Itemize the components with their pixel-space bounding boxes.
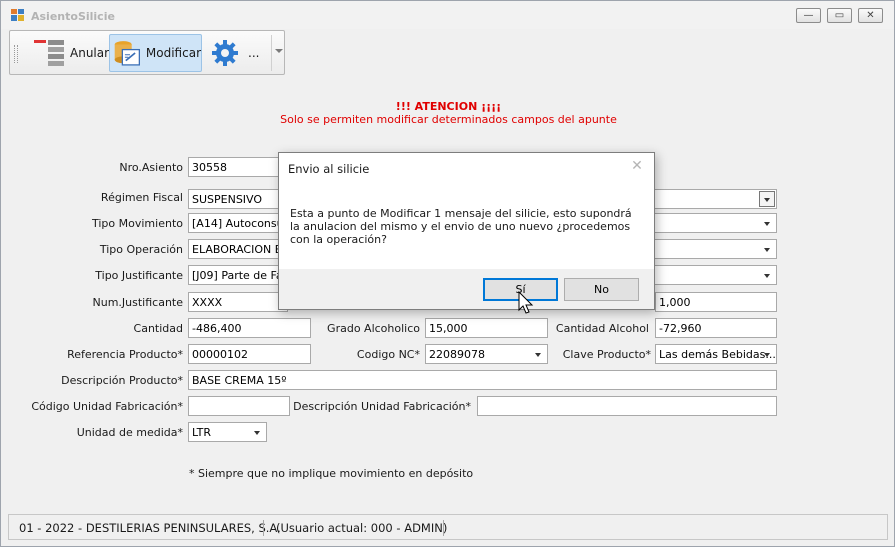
- modificar-button[interactable]: Modificar: [109, 34, 202, 72]
- dialog-title: Envio al silicie: [288, 162, 370, 176]
- more-label: ...: [248, 46, 260, 60]
- descripcion-producto-field[interactable]: BASE CREMA 15º: [188, 370, 777, 390]
- chevron-down-icon: [254, 431, 260, 435]
- gear-icon: [212, 40, 238, 66]
- referencia-producto-label: Referencia Producto*: [67, 348, 183, 361]
- tipo-movimiento-label: Tipo Movimiento: [92, 217, 183, 230]
- codigo-nc-label: Codigo NC*: [356, 348, 420, 361]
- descripcion-unidad-fabricacion-field[interactable]: [477, 396, 777, 416]
- mouse-cursor-icon: [518, 291, 534, 314]
- close-icon: ✕: [866, 10, 875, 21]
- nro-asiento-label: Nro.Asiento: [119, 161, 183, 174]
- minimize-button[interactable]: —: [796, 8, 821, 23]
- confirm-dialog: Envio al silicie ✕ Esta a punto de Modif…: [278, 152, 655, 310]
- clave-producto-value: Las demás Bebidas...: [659, 348, 776, 361]
- settings-button[interactable]: ...: [210, 34, 259, 72]
- status-company: 01 - 2022 - DESTILERIAS PENINSULARES, S.…: [19, 521, 281, 535]
- toolbar-overflow-icon[interactable]: [275, 49, 283, 53]
- toolbar-separator: [271, 35, 272, 71]
- modificar-label: Modificar: [145, 46, 201, 60]
- codigo-nc-select[interactable]: 22089078: [425, 344, 548, 364]
- status-bar: 01 - 2022 - DESTILERIAS PENINSULARES, S.…: [8, 514, 888, 540]
- dialog-close-icon[interactable]: ✕: [630, 159, 644, 173]
- unidad-medida-select[interactable]: LTR: [188, 422, 267, 442]
- chevron-down-icon: [764, 198, 770, 202]
- tipo-justificante-value: [J09] Parte de Fab: [192, 269, 290, 282]
- status-separator: [443, 520, 444, 536]
- app-window: AsientoSilicie — ▭ ✕ Anular Modificar ..…: [0, 0, 895, 547]
- anular-label: Anular: [70, 46, 110, 60]
- close-button[interactable]: ✕: [858, 8, 883, 23]
- codigo-unidad-fabricacion-label: Código Unidad Fabricación*: [31, 400, 183, 413]
- dialog-footer: Sí No: [279, 269, 654, 309]
- dialog-message: Esta a punto de Modificar 1 mensaje del …: [290, 207, 632, 246]
- codigo-nc-value: 22089078: [429, 348, 485, 361]
- descripcion-unidad-fabricacion-label: Descripción Unidad Fabricación*: [293, 400, 471, 413]
- app-icon: [11, 9, 24, 21]
- chevron-down-icon: [764, 274, 770, 278]
- cantidad-field[interactable]: -486,400: [188, 318, 311, 338]
- maximize-button[interactable]: ▭: [827, 8, 852, 23]
- codigo-unidad-fabricacion-field[interactable]: [188, 396, 290, 416]
- chevron-down-icon: [535, 353, 541, 357]
- tipo-operacion-value: ELABORACION EN: [192, 243, 290, 256]
- footnote: * Siempre que no implique movimiento en …: [189, 467, 474, 480]
- status-separator: [263, 520, 264, 536]
- chevron-down-icon: [764, 353, 770, 357]
- num-justificante-label: Num.Justificante: [92, 296, 184, 309]
- chevron-down-icon: [764, 222, 770, 226]
- regimen-fiscal-label: Régimen Fiscal: [100, 191, 183, 204]
- grado-alcoholico-field[interactable]: 15,000: [425, 318, 548, 338]
- notice-title: !!! ATENCION ¡¡¡¡: [395, 100, 502, 113]
- toolbar-grip[interactable]: [14, 45, 18, 63]
- maximize-icon: ▭: [834, 10, 845, 21]
- descripcion-producto-label: Descripción Producto*: [61, 374, 183, 387]
- chevron-down-icon: [764, 248, 770, 252]
- anular-button[interactable]: Anular: [32, 34, 109, 72]
- referencia-producto-field[interactable]: 00000102: [188, 344, 311, 364]
- tipo-operacion-label: Tipo Operación: [99, 243, 183, 256]
- num-justificante-field[interactable]: XXXX: [188, 292, 288, 312]
- partially-hidden-field[interactable]: 1,000: [655, 292, 777, 312]
- window-title: AsientoSilicie: [31, 10, 115, 23]
- title-bar: AsientoSilicie — ▭ ✕: [1, 1, 894, 29]
- regimen-fiscal-value: SUSPENSIVO: [192, 193, 263, 206]
- unidad-medida-label: Unidad de medida*: [76, 426, 183, 439]
- nro-asiento-field[interactable]: 30558: [188, 157, 280, 177]
- toolbar: Anular Modificar ...: [9, 30, 285, 75]
- tipo-justificante-label: Tipo Justificante: [95, 269, 183, 282]
- cantidad-label: Cantidad: [133, 322, 183, 335]
- edit-database-icon: [114, 41, 140, 66]
- clave-producto-label: Clave Producto*: [562, 348, 651, 361]
- regimen-fiscal-dropdown-button[interactable]: [759, 191, 775, 207]
- notice-subtitle: Solo se permiten modificar determinados …: [280, 113, 617, 126]
- grado-alcoholico-label: Grado Alcoholico: [327, 322, 420, 335]
- no-button[interactable]: No: [564, 278, 639, 301]
- cancel-record-icon: [34, 40, 64, 66]
- cantidad-alcohol-label: Cantidad Alcohol: [555, 322, 649, 335]
- clave-producto-select[interactable]: Las demás Bebidas...: [655, 344, 777, 364]
- cantidad-alcohol-field[interactable]: -72,960: [655, 318, 777, 338]
- minimize-icon: —: [803, 10, 814, 21]
- unidad-medida-value: LTR: [192, 426, 211, 439]
- status-user: (Usuario actual: 000 - ADMIN): [276, 521, 448, 535]
